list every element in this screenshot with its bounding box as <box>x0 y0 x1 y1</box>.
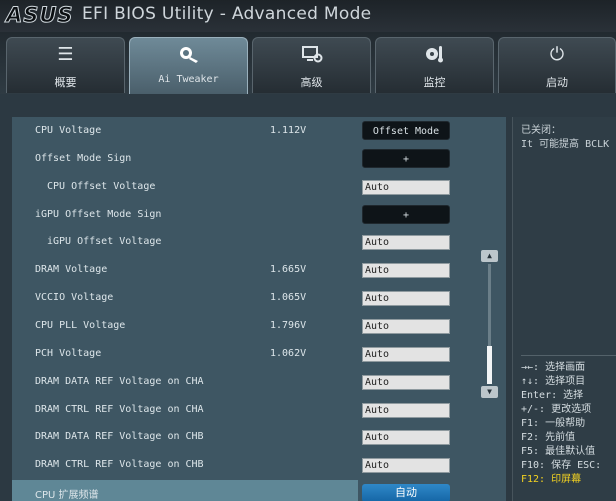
pch-voltage-input[interactable]: Auto <box>362 347 450 362</box>
cpu-spread-spectrum-button[interactable]: 自动 <box>362 484 450 501</box>
setting-row-igpu-offset-mode-sign[interactable]: iGPU Offset Mode Sign + <box>12 202 506 229</box>
setting-value: 1.796V <box>270 320 307 331</box>
dram-ctrl-ref-cha-input[interactable]: Auto <box>362 403 450 418</box>
tab-label: 概要 <box>54 76 77 89</box>
tab-advanced[interactable]: 高级 <box>252 37 371 93</box>
setting-label: DRAM DATA REF Voltage on CHB <box>35 431 204 442</box>
setting-value: 1.065V <box>270 292 307 303</box>
tab-label: 高级 <box>300 76 323 89</box>
hotkey-select-item: ↑↓: 选择项目 <box>521 376 586 387</box>
setting-row-dram-ctrl-ref-cha[interactable]: DRAM CTRL REF Voltage on CHA Auto <box>12 397 506 424</box>
setting-row-dram-data-ref-chb[interactable]: DRAM DATA REF Voltage on CHB Auto <box>12 424 506 451</box>
tab-label: Ai Tweaker <box>158 74 219 85</box>
setting-value: 1.112V <box>270 125 307 136</box>
dram-data-ref-cha-input[interactable]: Auto <box>362 375 450 390</box>
dram-ctrl-ref-chb-input[interactable]: Auto <box>362 458 450 473</box>
scroll-up-icon[interactable]: ▲ <box>481 250 498 262</box>
setting-label: iGPU Offset Voltage <box>47 236 162 247</box>
scrollbar[interactable]: ▲ ▼ <box>481 250 498 400</box>
setting-row-dram-voltage[interactable]: DRAM Voltage 1.665V Auto <box>12 257 506 284</box>
setting-row-pch-voltage[interactable]: PCH Voltage 1.062V Auto <box>12 341 506 368</box>
setting-label: CPU 扩展频谱 <box>35 490 99 501</box>
tab-overview[interactable]: ☰ 概要 <box>6 37 125 93</box>
power-icon: ⏻ <box>549 44 565 65</box>
setting-label: CPU PLL Voltage <box>35 320 126 331</box>
scroll-down-icon[interactable]: ▼ <box>481 386 498 398</box>
setting-row-cpu-spread-spectrum[interactable]: CPU 扩展频谱 <box>12 480 358 501</box>
hotkey-help: F1: 一般帮助 <box>521 418 586 429</box>
title-bar: ASUS EFI BIOS Utility - Advanced Mode <box>0 0 616 32</box>
hotkey-print-screen: F12: 印屏幕 <box>521 474 582 485</box>
monitor-icon <box>376 44 493 66</box>
igpu-offset-sign-button[interactable]: + <box>362 205 450 224</box>
tab-boot[interactable]: ⏻ 启动 <box>498 37 616 93</box>
advanced-icon <box>253 44 370 66</box>
setting-label: DRAM Voltage <box>35 264 108 275</box>
setting-row-cpu-voltage[interactable]: CPU Voltage 1.112V Offset Mode <box>12 118 506 145</box>
tab-bar: ☰ 概要 Ai Tweaker 高级 监控 ⏻ 启动 <box>0 32 616 94</box>
hotkey-previous: F2: 先前值 <box>521 432 576 443</box>
setting-row-dram-data-ref-cha[interactable]: DRAM DATA REF Voltage on CHA Auto <box>12 369 506 396</box>
settings-panel: CPU Voltage 1.112V Offset Mode Offset Mo… <box>12 117 506 501</box>
hotkey-change-option: +/-: 更改选项 <box>521 404 592 415</box>
hotkey-enter: Enter: 选择 <box>521 390 584 401</box>
setting-label: DRAM DATA REF Voltage on CHA <box>35 376 204 387</box>
hotkey-legend: →←: 选择画面 ↑↓: 选择项目 Enter: 选择 +/-: 更改选项 F1… <box>521 361 601 487</box>
setting-label: DRAM CTRL REF Voltage on CHA <box>35 404 204 415</box>
setting-value: 1.665V <box>270 264 307 275</box>
setting-row-igpu-offset-voltage[interactable]: iGPU Offset Voltage Auto <box>12 229 506 256</box>
setting-label: VCCIO Voltage <box>35 292 114 303</box>
scroll-thumb[interactable] <box>487 346 492 384</box>
tab-label: 监控 <box>423 76 446 89</box>
setting-row-cpu-offset-voltage[interactable]: CPU Offset Voltage Auto <box>12 174 506 201</box>
setting-label: iGPU Offset Mode Sign <box>35 209 162 220</box>
setting-row-cpu-pll-voltage[interactable]: CPU PLL Voltage 1.796V Auto <box>12 313 506 340</box>
setting-label: CPU Offset Voltage <box>47 181 156 192</box>
list-icon: ☰ <box>57 44 74 65</box>
help-description: 已关闭： It 可能提高 BCLK <box>521 124 609 152</box>
igpu-offset-voltage-input[interactable]: Auto <box>362 235 450 250</box>
cpu-offset-voltage-input[interactable]: Auto <box>362 180 450 195</box>
tweaker-icon <box>130 44 247 66</box>
app-title: EFI BIOS Utility - Advanced Mode <box>82 4 372 24</box>
tab-monitor[interactable]: 监控 <box>375 37 494 93</box>
tab-ai-tweaker[interactable]: Ai Tweaker <box>129 37 248 94</box>
help-divider <box>521 355 616 356</box>
hotkey-defaults: F5: 最佳默认值 <box>521 446 596 457</box>
tab-label: 启动 <box>546 76 568 89</box>
setting-label: Offset Mode Sign <box>35 153 132 164</box>
help-panel: 已关闭： It 可能提高 BCLK →←: 选择画面 ↑↓: 选择项目 Ente… <box>512 117 616 501</box>
offset-sign-button[interactable]: + <box>362 149 450 168</box>
offset-mode-button[interactable]: Offset Mode <box>362 121 450 140</box>
hotkey-save: F10: 保存 ESC: <box>521 460 602 471</box>
vccio-voltage-input[interactable]: Auto <box>362 291 450 306</box>
setting-label: PCH Voltage <box>35 348 102 359</box>
setting-value: 1.062V <box>270 348 307 359</box>
setting-row-offset-mode-sign[interactable]: Offset Mode Sign + <box>12 146 506 173</box>
hotkey-select-screen: →←: 选择画面 <box>521 362 586 373</box>
setting-row-dram-ctrl-ref-chb[interactable]: DRAM CTRL REF Voltage on CHB Auto <box>12 452 506 479</box>
cpu-pll-voltage-input[interactable]: Auto <box>362 319 450 334</box>
dram-data-ref-chb-input[interactable]: Auto <box>362 430 450 445</box>
setting-label: CPU Voltage <box>35 125 102 136</box>
asus-logo: ASUS <box>6 3 74 28</box>
help-line: 已关闭： <box>521 125 561 136</box>
help-line: It 可能提高 BCLK <box>521 139 610 150</box>
setting-row-vccio-voltage[interactable]: VCCIO Voltage 1.065V Auto <box>12 285 506 312</box>
dram-voltage-input[interactable]: Auto <box>362 263 450 278</box>
setting-label: DRAM CTRL REF Voltage on CHB <box>35 459 204 470</box>
